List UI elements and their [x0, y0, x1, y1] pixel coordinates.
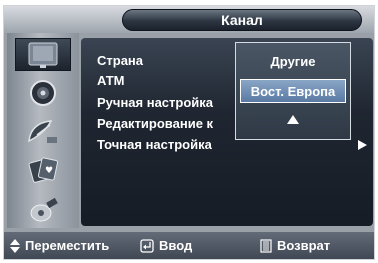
- country-popup: Другие Вост. Европа: [235, 42, 351, 140]
- menu-item-label: Страна: [97, 53, 144, 68]
- title-bar: Канал: [4, 6, 374, 33]
- menu-title: Канал: [122, 9, 362, 31]
- popup-option-other[interactable]: Другие: [236, 54, 350, 70]
- svg-text:♥: ♥: [45, 166, 53, 176]
- arrow-right-icon: [358, 140, 367, 150]
- menu-item-label: Ручная настройка: [97, 95, 214, 110]
- popup-option-east-europe[interactable]: Вост. Европа: [240, 79, 346, 103]
- hint-move-label: Переместить: [25, 238, 110, 253]
- menu-item-label: Точная настройка: [97, 137, 212, 152]
- hint-enter-label: Ввод: [159, 238, 193, 253]
- menu-item-manual-tuning[interactable]: Ручная настройка: [97, 95, 213, 111]
- menu-item-label: Редактирование к: [97, 116, 214, 131]
- satellite-dish-icon[interactable]: [15, 115, 71, 148]
- hint-return-label: Возврат: [277, 238, 331, 253]
- hint-move: Переместить: [10, 238, 109, 253]
- hint-return: Возврат: [260, 238, 330, 253]
- enter-icon: [140, 238, 154, 253]
- arrow-up-icon[interactable]: [287, 115, 299, 124]
- return-bars-icon: [260, 238, 272, 253]
- menu-item-label: АТМ: [97, 73, 125, 88]
- cards-setup-icon[interactable]: ♥: [15, 153, 71, 186]
- up-down-arrows-icon: [10, 238, 20, 253]
- sidebar: ♥: [7, 33, 79, 228]
- menu-item-country[interactable]: Страна : Е: [97, 53, 265, 69]
- input-plug-icon[interactable]: [15, 192, 71, 225]
- tv-osd-screen: Канал ♥ Страна АТМ Ручная настройка Реда…: [3, 5, 375, 260]
- speaker-sound-icon[interactable]: [15, 76, 71, 109]
- hint-enter: Ввод: [140, 238, 192, 253]
- menu-item-edit[interactable]: Редактирование к: [97, 116, 213, 132]
- menu-item-atm[interactable]: АТМ: [97, 73, 125, 89]
- tv-picture-icon[interactable]: [15, 38, 71, 71]
- bottom-hint-bar: Переместить Ввод Возврат: [4, 232, 374, 259]
